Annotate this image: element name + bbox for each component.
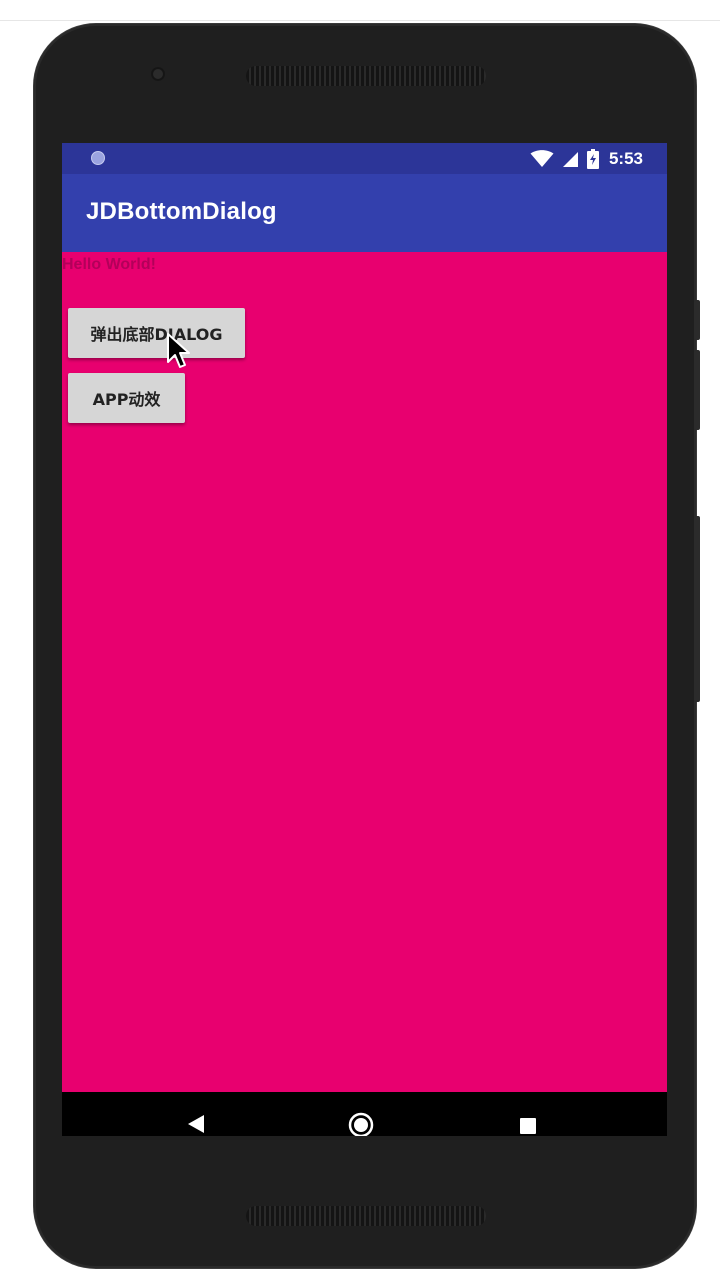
home-icon[interactable]	[348, 1112, 374, 1136]
show-bottom-dialog-button[interactable]: 弹出底部DIALOG	[68, 308, 245, 358]
volume-up-button	[694, 350, 700, 430]
screenshot-page: 5:53 JDBottomDialog Hello World! 弹出底部DIA…	[0, 0, 720, 1280]
status-time: 5:53	[608, 149, 643, 168]
app-title: JDBottomDialog	[86, 198, 277, 225]
app-bar: JDBottomDialog	[62, 174, 667, 252]
battery-icon	[586, 149, 599, 169]
volume-down-button	[694, 516, 700, 702]
app-animation-button[interactable]: APP动效	[68, 373, 185, 423]
device-screen: 5:53 JDBottomDialog Hello World! 弹出底部DIA…	[62, 143, 667, 1136]
status-icons: 5:53	[530, 147, 643, 171]
back-icon[interactable]	[187, 1114, 205, 1134]
phone-frame: 5:53 JDBottomDialog Hello World! 弹出底部DIA…	[34, 24, 700, 1268]
top-speaker	[246, 66, 486, 86]
power-button	[694, 300, 700, 340]
mouse-cursor-icon	[167, 333, 190, 368]
top-divider	[0, 20, 720, 21]
wifi-icon	[530, 150, 554, 167]
status-bar: 5:53	[62, 143, 667, 174]
front-camera	[151, 67, 165, 81]
navigation-bar	[62, 1092, 667, 1136]
notification-dot-icon	[91, 151, 105, 165]
cell-signal-icon	[562, 151, 578, 167]
bottom-speaker	[246, 1206, 486, 1226]
recents-icon[interactable]	[519, 1117, 537, 1135]
hello-text: Hello World!	[62, 256, 156, 273]
